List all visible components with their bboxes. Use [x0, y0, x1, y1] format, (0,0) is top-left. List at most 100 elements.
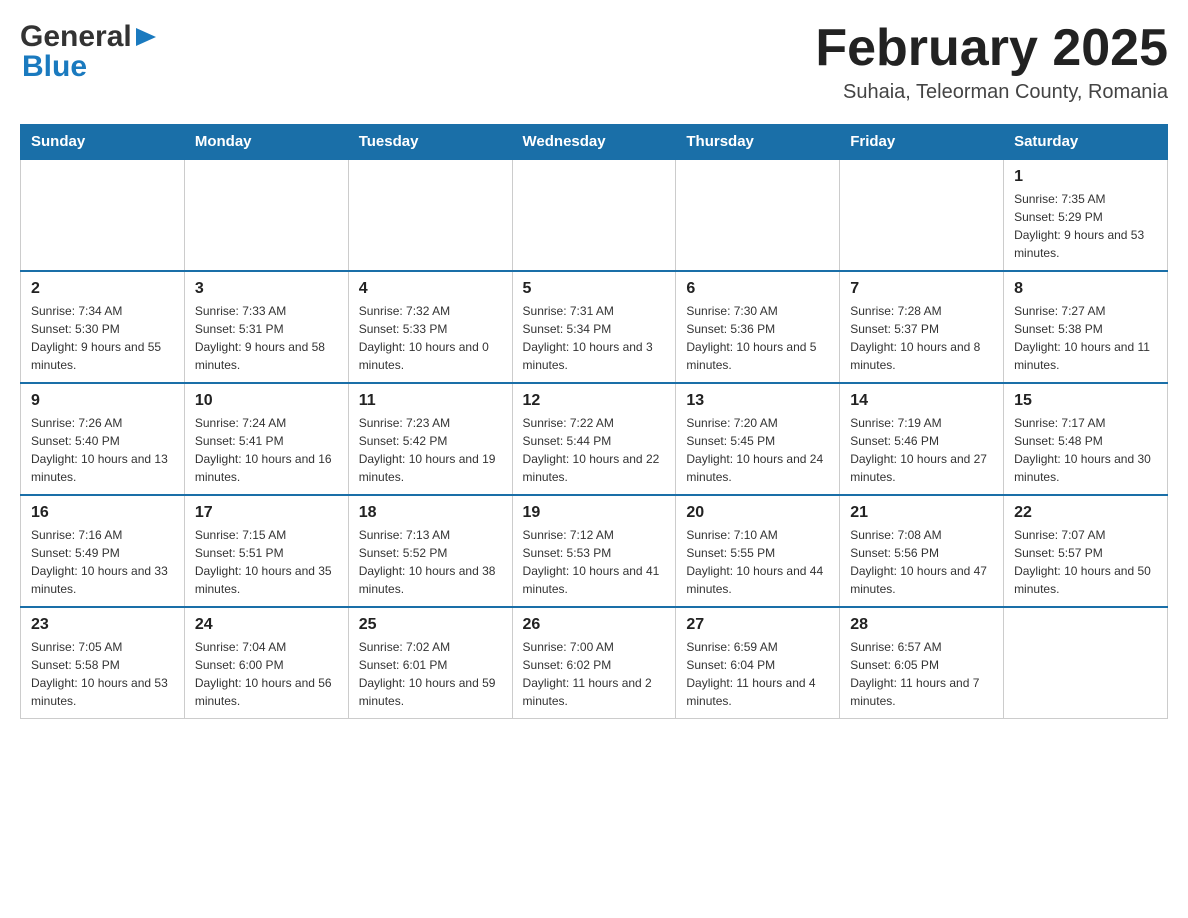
calendar-cell: 23Sunrise: 7:05 AM Sunset: 5:58 PM Dayli… [21, 607, 185, 719]
calendar-cell: 13 Sunrise: 7:20 AM Sunset: 5:45 PM Dayli… [676, 383, 840, 495]
day-info: Sunrise: 7:34 AM Sunset: 5:30 PM Dayligh… [31, 302, 174, 374]
day-info: Sunrise: 7:35 AM Sunset: 5:29 PM Dayligh… [1014, 190, 1157, 262]
calendar-week-row: 23Sunrise: 7:05 AM Sunset: 5:58 PM Dayli… [21, 607, 1168, 719]
day-info: Sunrise: 7:00 AM Sunset: 6:02 PM Dayligh… [523, 638, 666, 710]
day-info: Sunrise: 7:31 AM Sunset: 5:34 PM Dayligh… [523, 302, 666, 374]
day-info: Sunrise: 7:22 AM Sunset: 5:44 PM Dayligh… [523, 414, 666, 486]
calendar-cell: 14 Sunrise: 7:19 AM Sunset: 5:46 PM Dayli… [840, 383, 1004, 495]
logo-blue-text: Blue [22, 50, 87, 84]
day-number: 1 [1014, 168, 1157, 186]
calendar-cell: 8 Sunrise: 7:27 AM Sunset: 5:38 PM Daylig… [1004, 271, 1168, 383]
day-number: 22 [1014, 504, 1157, 522]
calendar-cell: 27 Sunrise: 6:59 AM Sunset: 6:04 PM Dayli… [676, 607, 840, 719]
day-info: Sunrise: 7:20 AM Sunset: 5:45 PM Dayligh… [686, 414, 829, 486]
calendar-header-row: SundayMondayTuesdayWednesdayThursdayFrid… [21, 125, 1168, 160]
day-info: Sunrise: 7:13 AM Sunset: 5:52 PM Dayligh… [359, 526, 502, 598]
day-info: Sunrise: 7:16 AM Sunset: 5:49 PM Dayligh… [31, 526, 174, 598]
calendar-cell: 3 Sunrise: 7:33 AM Sunset: 5:31 PM Daylig… [184, 271, 348, 383]
day-of-week-header: Saturday [1004, 125, 1168, 160]
day-info: Sunrise: 6:57 AM Sunset: 6:05 PM Dayligh… [850, 638, 993, 710]
calendar-table: SundayMondayTuesdayWednesdayThursdayFrid… [20, 124, 1168, 719]
day-number: 3 [195, 280, 338, 298]
calendar-cell: 25 Sunrise: 7:02 AM Sunset: 6:01 PM Dayli… [348, 607, 512, 719]
calendar-cell: 24 Sunrise: 7:04 AM Sunset: 6:00 PM Dayli… [184, 607, 348, 719]
calendar-cell [1004, 607, 1168, 719]
calendar-week-row: 1 Sunrise: 7:35 AM Sunset: 5:29 PM Daylig… [21, 159, 1168, 271]
day-number: 21 [850, 504, 993, 522]
calendar-cell: 17 Sunrise: 7:15 AM Sunset: 5:51 PM Dayli… [184, 495, 348, 607]
day-number: 9 [31, 392, 174, 410]
day-number: 13 [686, 392, 829, 410]
logo-triangle [136, 26, 156, 53]
day-info: Sunrise: 7:02 AM Sunset: 6:01 PM Dayligh… [359, 638, 502, 710]
day-number: 12 [523, 392, 666, 410]
calendar-cell: 7 Sunrise: 7:28 AM Sunset: 5:37 PM Daylig… [840, 271, 1004, 383]
day-number: 7 [850, 280, 993, 298]
day-number: 27 [686, 616, 829, 634]
calendar-cell: 16Sunrise: 7:16 AM Sunset: 5:49 PM Dayli… [21, 495, 185, 607]
calendar-cell: 12 Sunrise: 7:22 AM Sunset: 5:44 PM Dayli… [512, 383, 676, 495]
logo: General Blue [20, 20, 156, 84]
day-of-week-header: Wednesday [512, 125, 676, 160]
day-info: Sunrise: 7:17 AM Sunset: 5:48 PM Dayligh… [1014, 414, 1157, 486]
day-info: Sunrise: 7:32 AM Sunset: 5:33 PM Dayligh… [359, 302, 502, 374]
day-number: 19 [523, 504, 666, 522]
day-info: Sunrise: 7:10 AM Sunset: 5:55 PM Dayligh… [686, 526, 829, 598]
day-info: Sunrise: 7:15 AM Sunset: 5:51 PM Dayligh… [195, 526, 338, 598]
calendar-cell: 15 Sunrise: 7:17 AM Sunset: 5:48 PM Dayli… [1004, 383, 1168, 495]
day-of-week-header: Monday [184, 125, 348, 160]
calendar-cell: 10 Sunrise: 7:24 AM Sunset: 5:41 PM Dayli… [184, 383, 348, 495]
calendar-cell: 21Sunrise: 7:08 AM Sunset: 5:56 PM Dayli… [840, 495, 1004, 607]
day-number: 6 [686, 280, 829, 298]
day-number: 8 [1014, 280, 1157, 298]
day-number: 24 [195, 616, 338, 634]
calendar-cell: 4 Sunrise: 7:32 AM Sunset: 5:33 PM Daylig… [348, 271, 512, 383]
calendar-cell: 19Sunrise: 7:12 AM Sunset: 5:53 PM Dayli… [512, 495, 676, 607]
day-number: 28 [850, 616, 993, 634]
day-number: 26 [523, 616, 666, 634]
calendar-cell: 18 Sunrise: 7:13 AM Sunset: 5:52 PM Dayli… [348, 495, 512, 607]
calendar-cell: 28 Sunrise: 6:57 AM Sunset: 6:05 PM Dayli… [840, 607, 1004, 719]
calendar-cell: 9 Sunrise: 7:26 AM Sunset: 5:40 PM Daylig… [21, 383, 185, 495]
day-of-week-header: Sunday [21, 125, 185, 160]
day-number: 4 [359, 280, 502, 298]
day-info: Sunrise: 7:24 AM Sunset: 5:41 PM Dayligh… [195, 414, 338, 486]
day-number: 17 [195, 504, 338, 522]
day-info: Sunrise: 7:19 AM Sunset: 5:46 PM Dayligh… [850, 414, 993, 486]
day-of-week-header: Thursday [676, 125, 840, 160]
calendar-cell: 11Sunrise: 7:23 AM Sunset: 5:42 PM Dayli… [348, 383, 512, 495]
calendar-cell: 20 Sunrise: 7:10 AM Sunset: 5:55 PM Dayli… [676, 495, 840, 607]
calendar-cell: 5 Sunrise: 7:31 AM Sunset: 5:34 PM Daylig… [512, 271, 676, 383]
day-info: Sunrise: 7:04 AM Sunset: 6:00 PM Dayligh… [195, 638, 338, 710]
calendar-cell [840, 159, 1004, 271]
day-of-week-header: Friday [840, 125, 1004, 160]
day-of-week-header: Tuesday [348, 125, 512, 160]
calendar-cell: 26 Sunrise: 7:00 AM Sunset: 6:02 PM Dayli… [512, 607, 676, 719]
day-number: 18 [359, 504, 502, 522]
day-info: Sunrise: 7:26 AM Sunset: 5:40 PM Dayligh… [31, 414, 174, 486]
day-number: 25 [359, 616, 502, 634]
day-number: 5 [523, 280, 666, 298]
calendar-cell: 2Sunrise: 7:34 AM Sunset: 5:30 PM Daylig… [21, 271, 185, 383]
day-number: 10 [195, 392, 338, 410]
calendar-week-row: 9 Sunrise: 7:26 AM Sunset: 5:40 PM Daylig… [21, 383, 1168, 495]
day-info: Sunrise: 7:07 AM Sunset: 5:57 PM Dayligh… [1014, 526, 1157, 598]
day-number: 15 [1014, 392, 1157, 410]
day-number: 14 [850, 392, 993, 410]
calendar-cell [21, 159, 185, 271]
day-number: 23 [31, 616, 174, 634]
calendar-week-row: 16Sunrise: 7:16 AM Sunset: 5:49 PM Dayli… [21, 495, 1168, 607]
day-info: Sunrise: 7:27 AM Sunset: 5:38 PM Dayligh… [1014, 302, 1157, 374]
calendar-cell [512, 159, 676, 271]
day-info: Sunrise: 6:59 AM Sunset: 6:04 PM Dayligh… [686, 638, 829, 710]
calendar-week-row: 2Sunrise: 7:34 AM Sunset: 5:30 PM Daylig… [21, 271, 1168, 383]
logo-general-text: General [20, 20, 132, 54]
day-info: Sunrise: 7:28 AM Sunset: 5:37 PM Dayligh… [850, 302, 993, 374]
day-info: Sunrise: 7:33 AM Sunset: 5:31 PM Dayligh… [195, 302, 338, 374]
calendar-cell: 6 Sunrise: 7:30 AM Sunset: 5:36 PM Daylig… [676, 271, 840, 383]
calendar-cell: 1 Sunrise: 7:35 AM Sunset: 5:29 PM Daylig… [1004, 159, 1168, 271]
day-number: 20 [686, 504, 829, 522]
calendar-cell [184, 159, 348, 271]
month-title: February 2025 [815, 20, 1168, 77]
day-info: Sunrise: 7:30 AM Sunset: 5:36 PM Dayligh… [686, 302, 829, 374]
